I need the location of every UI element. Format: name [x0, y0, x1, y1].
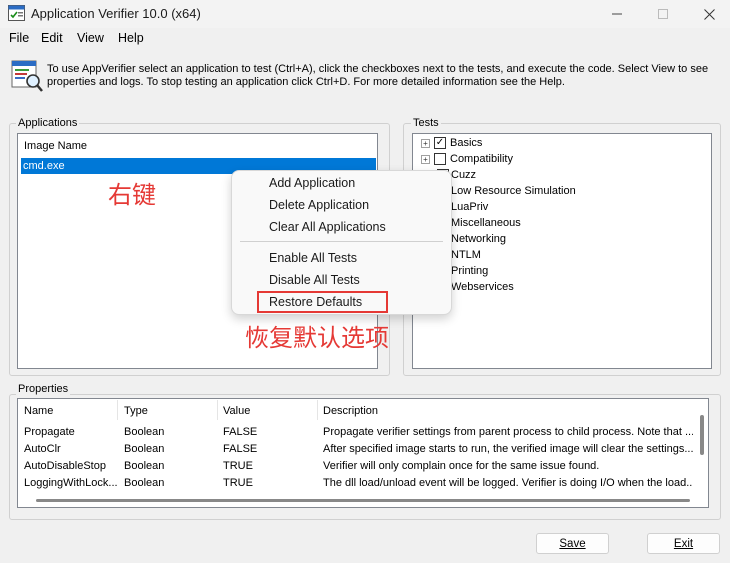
- menu-bar: [0, 28, 730, 50]
- menu-help[interactable]: Help: [118, 31, 144, 45]
- test-label: Networking: [451, 233, 507, 245]
- test-item-luapriv[interactable]: LuaPriv: [451, 199, 488, 215]
- property-type: Boolean: [124, 426, 165, 438]
- exit-button-label: Exit: [673, 537, 694, 550]
- expand-icon[interactable]: +: [421, 138, 430, 148]
- property-name[interactable]: LoggingWithLock...: [24, 477, 118, 489]
- property-value[interactable]: TRUE: [223, 477, 253, 489]
- tests-label: Tests: [411, 117, 441, 129]
- restore-defaults-highlight: [257, 291, 388, 313]
- save-button[interactable]: Save: [536, 533, 609, 554]
- annotation-right-click: 右键: [108, 181, 156, 209]
- property-description: The dll load/unload event will be logged…: [323, 477, 693, 489]
- exit-button[interactable]: Exit: [647, 533, 720, 554]
- menu-item-disable-all-tests[interactable]: Disable All Tests: [269, 273, 360, 287]
- app-verifier-magnifier-icon: [11, 60, 43, 92]
- app-verifier-icon: [8, 5, 25, 21]
- test-item-webservices[interactable]: Webservices: [451, 279, 514, 295]
- save-button-label: Save: [559, 537, 586, 550]
- test-item-basics[interactable]: + ✓ Basics: [421, 135, 482, 151]
- property-value[interactable]: FALSE: [223, 443, 257, 455]
- property-name[interactable]: AutoDisableStop: [24, 460, 106, 472]
- column-header-name[interactable]: Name: [24, 405, 53, 417]
- property-name[interactable]: Propagate: [24, 426, 75, 438]
- info-description: To use AppVerifier select an application…: [47, 63, 709, 88]
- minimize-button[interactable]: [594, 0, 640, 28]
- close-icon: [703, 8, 715, 20]
- window-title: Application Verifier 10.0 (x64): [31, 6, 201, 21]
- test-label: Compatibility: [450, 153, 513, 165]
- minimize-icon: [612, 13, 622, 15]
- menu-view[interactable]: View: [77, 31, 104, 45]
- menu-file[interactable]: File: [9, 31, 29, 45]
- property-type: Boolean: [124, 477, 165, 489]
- column-divider[interactable]: [117, 400, 118, 420]
- menu-item-delete-application[interactable]: Delete Application: [269, 198, 369, 212]
- test-label: Printing: [451, 265, 489, 277]
- property-name[interactable]: AutoClr: [24, 443, 61, 455]
- test-label: Webservices: [451, 281, 514, 293]
- test-label: Basics: [450, 137, 483, 149]
- test-label: Cuzz: [451, 169, 477, 181]
- column-header-type[interactable]: Type: [124, 405, 148, 417]
- test-item-compatibility[interactable]: + Compatibility: [421, 151, 513, 167]
- checkbox-icon[interactable]: [434, 153, 446, 165]
- properties-label: Properties: [16, 383, 71, 395]
- property-type: Boolean: [124, 460, 165, 472]
- horizontal-scrollbar[interactable]: [36, 499, 690, 502]
- property-value[interactable]: FALSE: [223, 426, 257, 438]
- test-item-low-resource-simulation[interactable]: Low Resource Simulation: [451, 183, 576, 199]
- property-value[interactable]: TRUE: [223, 460, 253, 472]
- test-label: Miscellaneous: [451, 217, 521, 229]
- test-label: Low Resource Simulation: [451, 185, 576, 197]
- property-description: After specified image starts to run, the…: [323, 443, 693, 455]
- maximize-button[interactable]: [640, 0, 686, 28]
- close-button[interactable]: [686, 0, 730, 28]
- test-item-miscellaneous[interactable]: Miscellaneous: [451, 215, 521, 231]
- application-name[interactable]: cmd.exe: [23, 160, 65, 172]
- column-divider[interactable]: [217, 400, 218, 420]
- menu-item-enable-all-tests[interactable]: Enable All Tests: [269, 251, 357, 265]
- checkbox-checked-icon[interactable]: ✓: [434, 137, 446, 149]
- menu-item-add-application[interactable]: Add Application: [269, 176, 355, 190]
- maximize-icon: [658, 9, 668, 19]
- column-header-description[interactable]: Description: [323, 405, 378, 417]
- vertical-scrollbar[interactable]: [700, 415, 704, 455]
- column-divider[interactable]: [317, 400, 318, 420]
- test-label: NTLM: [451, 249, 481, 261]
- annotation-restore-defaults: 恢复默认选项: [245, 324, 389, 352]
- applications-label: Applications: [16, 117, 80, 129]
- image-name-column-header[interactable]: Image Name: [24, 140, 87, 152]
- property-description: Verifier will only complain once for the…: [323, 460, 600, 472]
- property-type: Boolean: [124, 443, 165, 455]
- expand-icon[interactable]: +: [421, 154, 430, 164]
- menu-separator: [240, 241, 443, 242]
- menu-edit[interactable]: Edit: [41, 31, 63, 45]
- test-item-networking[interactable]: Networking: [451, 231, 506, 247]
- test-item-ntlm[interactable]: NTLM: [451, 247, 481, 263]
- property-description: Propagate verifier settings from parent …: [323, 426, 693, 438]
- test-item-printing[interactable]: Printing: [451, 263, 488, 279]
- column-header-value[interactable]: Value: [223, 405, 250, 417]
- test-label: LuaPriv: [451, 201, 489, 213]
- menu-item-clear-all-applications[interactable]: Clear All Applications: [269, 220, 386, 234]
